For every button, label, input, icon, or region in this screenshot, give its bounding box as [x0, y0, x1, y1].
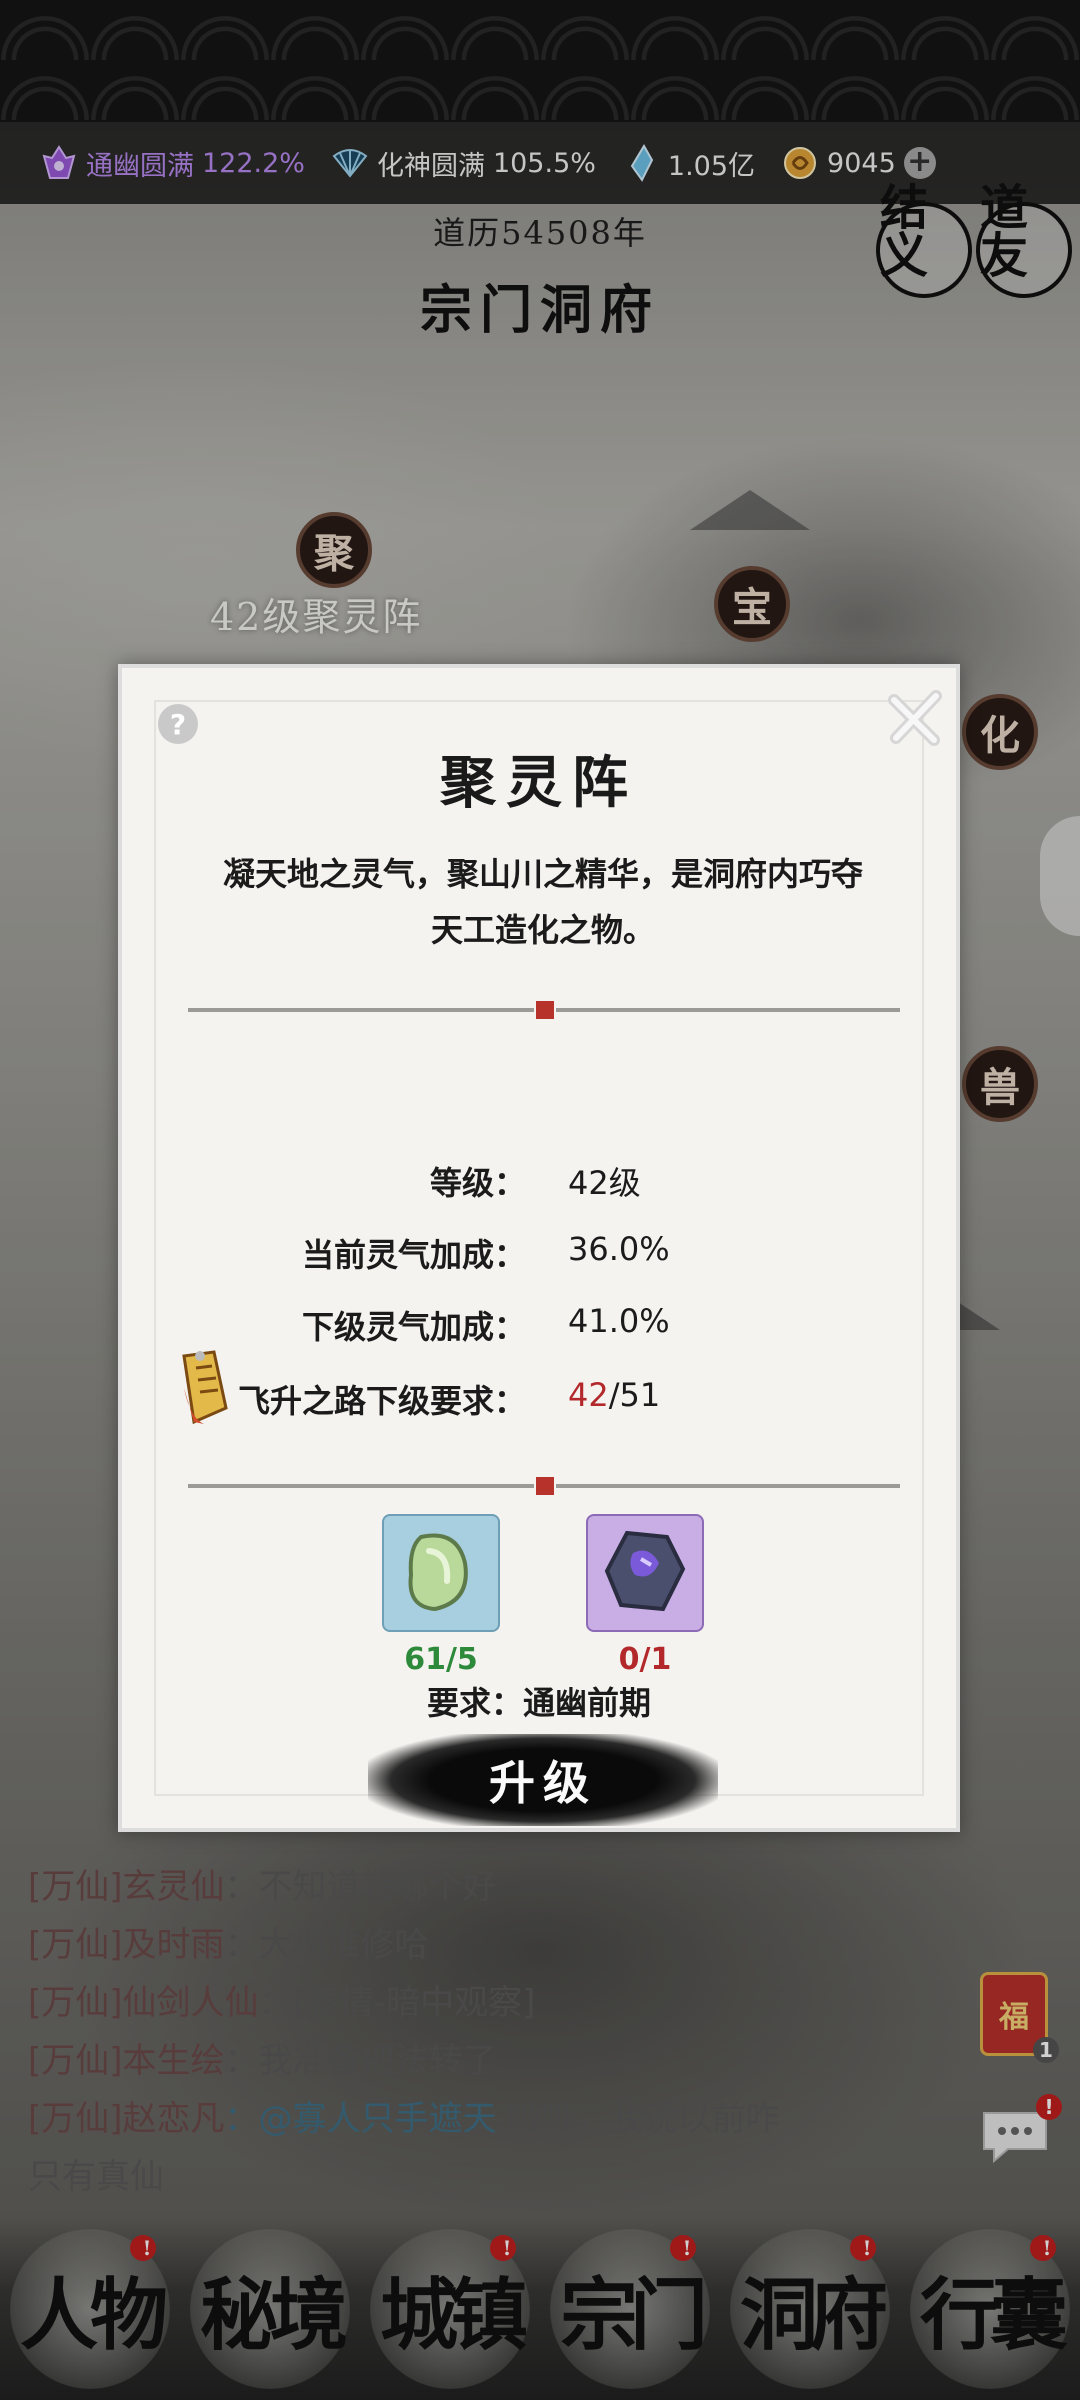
divider	[188, 1475, 900, 1497]
ascension-current: 42	[568, 1376, 609, 1414]
stat-level: 等级： 42级	[122, 1158, 956, 1208]
ascension-total: /51	[608, 1376, 661, 1414]
stat-label: 下级灵气加成：	[301, 1308, 526, 1346]
jade-stone-icon	[393, 1523, 489, 1623]
realm-requirement: 要求：通幽前期	[426, 1684, 651, 1722]
stat-next-bonus: 下级灵气加成： 41.0%	[122, 1302, 956, 1352]
material-dark-crystal[interactable]	[586, 1514, 704, 1632]
dialog-title: 聚灵阵	[440, 750, 638, 816]
material-jade-stone[interactable]	[382, 1514, 500, 1632]
stat-ascension-requirement: 飞升之路下级要求： 42/51	[122, 1376, 956, 1426]
divider	[188, 999, 900, 1021]
seal-ornament	[534, 1475, 556, 1497]
material-count: 61/5	[404, 1642, 478, 1677]
stat-label: 飞升之路下级要求：	[237, 1382, 526, 1420]
spirit-array-dialog: ? 聚灵阵 凝天地之灵气，聚山川之精华，是洞府内巧夺天工造化之物。 等级： 42…	[118, 664, 960, 1832]
stat-current-bonus: 当前灵气加成： 36.0%	[122, 1230, 956, 1280]
upgrade-button[interactable]: 升级	[368, 1734, 718, 1826]
stat-label: 当前灵气加成：	[301, 1236, 526, 1274]
seal-ornament	[534, 999, 556, 1021]
dialog-description: 凝天地之灵气，聚山川之精华，是洞府内巧夺天工造化之物。	[222, 855, 863, 949]
stat-value: 42级	[568, 1164, 641, 1202]
material-count: 0/1	[618, 1642, 672, 1677]
stat-value: 36.0%	[568, 1230, 670, 1268]
stat-value: 42/51	[568, 1376, 660, 1414]
dark-crystal-icon	[597, 1523, 693, 1623]
stat-label: 等级：	[429, 1164, 526, 1202]
stat-value: 41.0%	[568, 1302, 670, 1340]
upgrade-label: 升级	[489, 1756, 597, 1810]
